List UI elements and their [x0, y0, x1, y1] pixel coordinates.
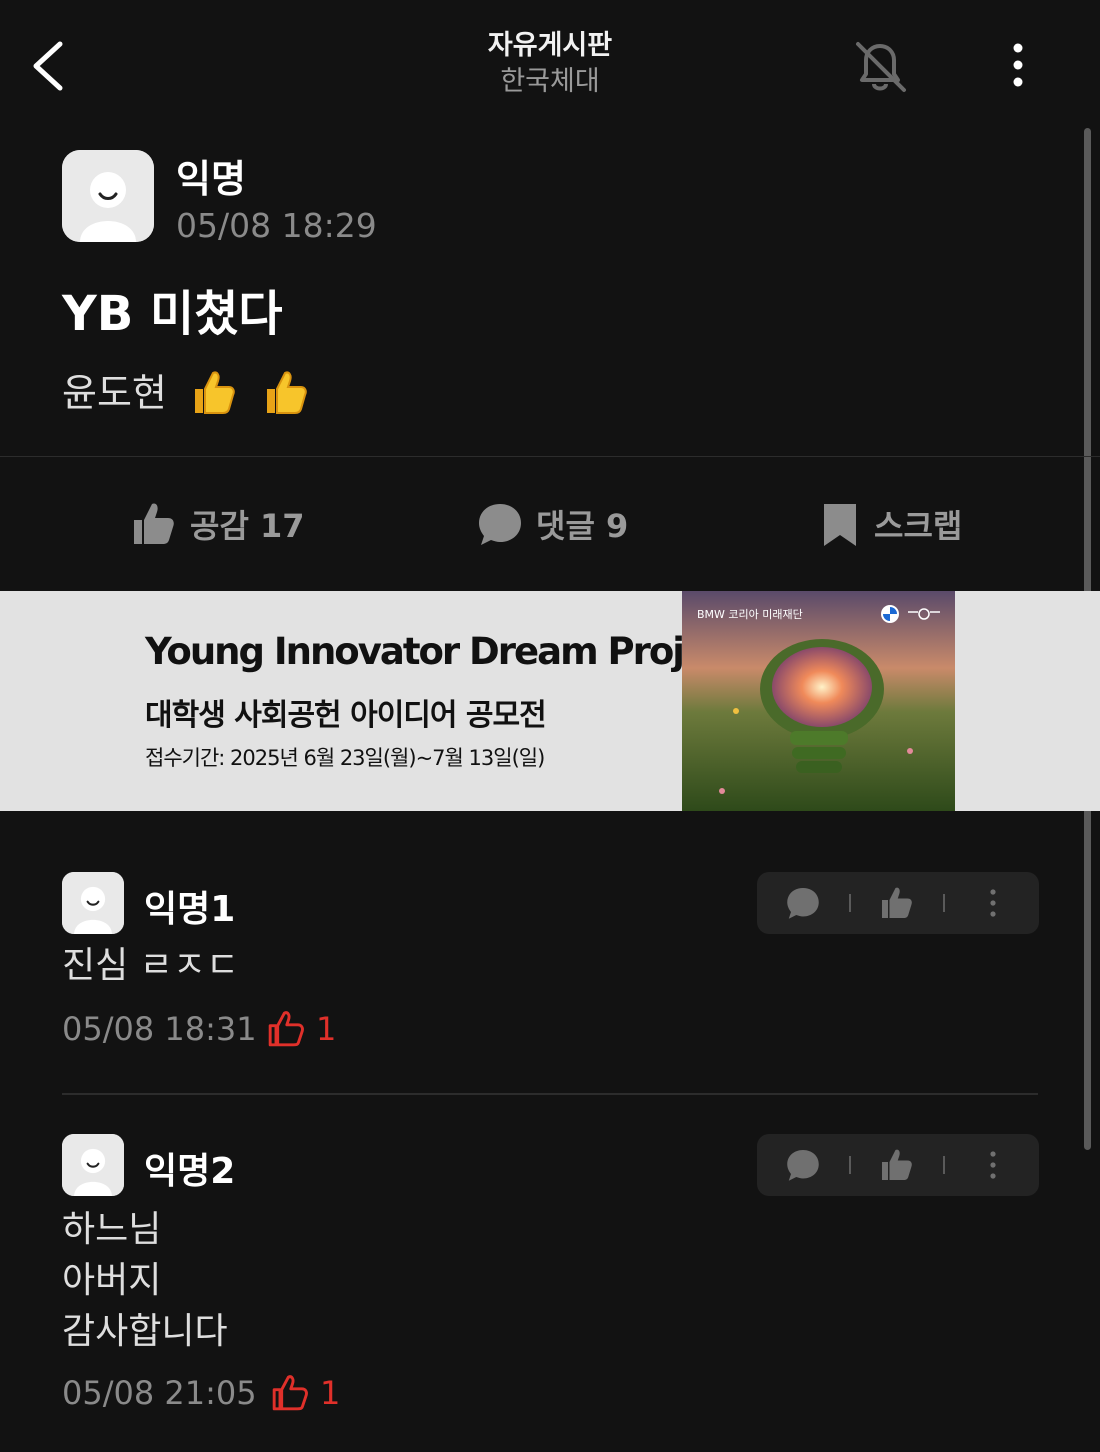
board-title: 자유게시판 [487, 30, 613, 61]
divider [0, 456, 1100, 457]
comment-like-count: 1 [316, 1010, 337, 1048]
vertical-dots-icon [990, 889, 996, 917]
comment-author: 익명1 [144, 889, 236, 930]
separator [849, 894, 851, 912]
separator [943, 894, 945, 912]
notification-toggle-button[interactable] [848, 34, 912, 98]
speech-bubble-icon [479, 504, 521, 545]
speech-bubble-icon [787, 888, 819, 919]
comment-text-line: 감사합니다 [62, 1311, 228, 1352]
more-options-button[interactable] [996, 36, 1040, 96]
thumbs-up-emoji-icon [259, 365, 311, 426]
separator [849, 1156, 851, 1174]
post-body-text: 윤도현 [62, 371, 167, 415]
thumbs-up-emoji-icon [187, 365, 239, 426]
anonymous-avatar-icon [62, 150, 154, 242]
comment-more-button[interactable] [967, 872, 1019, 934]
comment-text: 진심 ㄹㅈㄷ [62, 945, 240, 986]
anonymous-avatar-icon [62, 872, 124, 934]
board-subtitle: 한국체대 [500, 66, 600, 97]
like-count-label: 공감 17 [190, 507, 305, 545]
ad-image [682, 591, 955, 811]
comment-button[interactable]: 댓글 9 [476, 492, 628, 556]
comment-text-line: 하느님 [62, 1209, 162, 1250]
ad-period: 접수기간: 2025년 6월 23일(월)~7월 13일(일) [145, 746, 545, 770]
comment-tools [757, 872, 1039, 934]
scrap-label: 스크랩 [874, 507, 963, 545]
reply-button[interactable] [777, 1134, 829, 1196]
comment-text-line: 아버지 [62, 1260, 162, 1301]
comment-like-button[interactable] [871, 872, 923, 934]
scrap-button[interactable]: 스크랩 [818, 492, 962, 556]
comment-count-label: 댓글 9 [536, 507, 629, 545]
bell-off-icon [856, 42, 906, 92]
chevron-left-icon [33, 41, 63, 91]
anonymous-avatar-icon [62, 1134, 124, 1196]
post-title: YB 미쳤다 [62, 286, 283, 342]
brand-logos-icon [881, 605, 940, 623]
comment-divider [62, 1093, 1038, 1095]
comment-tools [757, 1134, 1039, 1196]
speech-bubble-icon [787, 1150, 819, 1181]
header-title-group: 자유게시판 한국체대 [350, 28, 750, 100]
separator [943, 1156, 945, 1174]
lightbulb-field-illustration [682, 591, 955, 811]
vertical-dots-icon [990, 1151, 996, 1179]
comment-author: 익명2 [144, 1151, 236, 1192]
like-button[interactable]: 공감 17 [130, 492, 305, 556]
comment-like-count: 1 [320, 1374, 341, 1412]
thumbs-up-icon [882, 1149, 912, 1180]
comment-avatar [62, 872, 124, 934]
comment-date: 05/08 21:05 [62, 1374, 257, 1412]
reply-button[interactable] [777, 872, 829, 934]
post-author-avatar [62, 150, 154, 242]
back-button[interactable] [26, 34, 78, 98]
vertical-dots-icon [1013, 43, 1023, 87]
thumbs-up-outline-icon [272, 1375, 308, 1411]
comment-more-button[interactable] [967, 1134, 1019, 1196]
thumbs-up-icon [134, 503, 174, 544]
ad-subtitle: 대학생 사회공헌 아이디어 공모전 [145, 698, 547, 733]
post-body: 윤도현 [62, 362, 311, 426]
thumbs-up-outline-icon [268, 1011, 304, 1047]
comment-avatar [62, 1134, 124, 1196]
post-author: 익명 [176, 157, 246, 201]
ad-brand-label: BMW 코리아 미래재단 [697, 608, 803, 621]
comment-date: 05/08 18:31 [62, 1010, 257, 1048]
post-date: 05/08 18:29 [176, 206, 377, 245]
bookmark-icon [824, 504, 856, 546]
comment-like-button[interactable] [871, 1134, 923, 1196]
thumbs-up-icon [882, 887, 912, 918]
